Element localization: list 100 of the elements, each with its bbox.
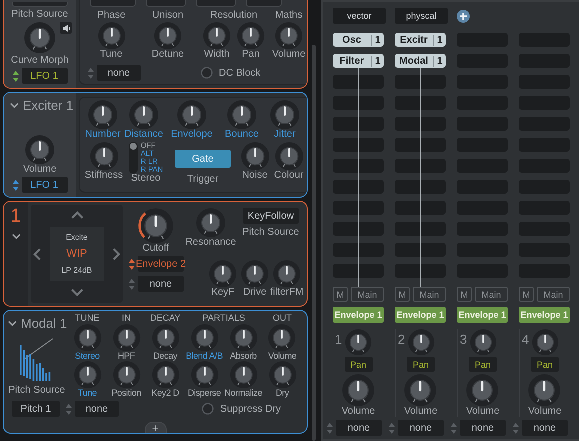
knob[interactable] xyxy=(345,329,372,356)
checkbox[interactable] xyxy=(201,67,213,79)
chevron-icon[interactable] xyxy=(12,232,20,241)
knob[interactable] xyxy=(404,374,438,407)
source-select[interactable]: none xyxy=(336,420,382,436)
empty-slot[interactable] xyxy=(395,201,446,215)
knob[interactable] xyxy=(112,324,140,352)
knob[interactable] xyxy=(268,324,296,352)
scrollbar[interactable] xyxy=(312,45,316,441)
empty-slot[interactable] xyxy=(333,117,384,131)
source-select[interactable]: Pitch 1 xyxy=(12,401,60,417)
knob[interactable] xyxy=(241,260,269,288)
empty-slot[interactable] xyxy=(333,138,384,152)
add-module-button[interactable]: + xyxy=(144,422,166,433)
source-select[interactable]: none xyxy=(460,420,506,436)
module-chip[interactable]: Osc 1 xyxy=(333,33,384,47)
knob[interactable] xyxy=(88,100,118,130)
knob[interactable] xyxy=(230,324,258,352)
source-select[interactable]: LFO 1 xyxy=(22,177,68,193)
empty-slot[interactable] xyxy=(395,117,446,131)
knob[interactable] xyxy=(240,142,270,171)
module-chip[interactable]: Excitr 1 xyxy=(395,33,446,47)
knob[interactable] xyxy=(466,374,500,407)
stepper-arrows-icon[interactable] xyxy=(88,68,94,78)
stepper-arrows-icon[interactable] xyxy=(12,70,18,82)
cut-off-button[interactable] xyxy=(196,0,236,7)
source-select[interactable]: none xyxy=(138,276,184,292)
empty-slot[interactable] xyxy=(395,96,446,110)
checkbox[interactable] xyxy=(202,403,214,415)
output-button[interactable]: Main xyxy=(537,287,570,302)
knob[interactable] xyxy=(112,361,140,389)
cut-off-button[interactable] xyxy=(12,2,68,7)
output-button[interactable]: Main xyxy=(413,287,446,302)
output-button[interactable]: Main xyxy=(351,287,384,302)
knob[interactable] xyxy=(196,208,226,238)
mute-button[interactable]: M xyxy=(519,287,534,302)
knob[interactable] xyxy=(227,100,257,130)
source-select[interactable]: none xyxy=(75,401,119,417)
empty-slot[interactable] xyxy=(333,180,384,194)
stepper-arrows-icon[interactable] xyxy=(327,422,333,434)
knob[interactable] xyxy=(129,100,159,130)
knob[interactable] xyxy=(209,260,237,288)
stepper-arrows-icon[interactable] xyxy=(389,422,395,434)
chevron-icon[interactable] xyxy=(10,101,19,110)
empty-slot[interactable] xyxy=(333,96,384,110)
knob[interactable] xyxy=(470,329,496,356)
stepper-arrows-icon[interactable] xyxy=(129,278,135,290)
chevron-icon[interactable] xyxy=(8,319,17,328)
knob[interactable] xyxy=(98,22,126,50)
knob[interactable] xyxy=(270,100,300,130)
empty-slot[interactable] xyxy=(333,201,384,215)
knob[interactable] xyxy=(24,22,56,54)
stepper-arrows-icon[interactable] xyxy=(129,258,135,270)
module-chip[interactable]: Modal 1 xyxy=(395,54,446,68)
source-select[interactable]: Envelope 2 xyxy=(138,256,184,272)
source-select[interactable]: LFO 1 xyxy=(22,68,68,84)
mute-button[interactable]: M xyxy=(333,287,348,302)
cut-off-button[interactable] xyxy=(146,0,186,7)
knob[interactable] xyxy=(90,142,118,171)
stepper-arrows-icon[interactable] xyxy=(12,180,18,190)
knob[interactable] xyxy=(408,329,434,356)
speaker-icon[interactable] xyxy=(60,22,72,34)
switch-thumb[interactable] xyxy=(130,143,137,150)
module-chip[interactable]: Filter 1 xyxy=(333,54,384,68)
knob[interactable] xyxy=(190,361,218,389)
stepper-arrows-icon[interactable] xyxy=(451,422,457,434)
envelope-button[interactable]: Envelope 1 xyxy=(519,307,570,323)
output-button[interactable]: Main xyxy=(475,287,508,302)
mode-switch[interactable] xyxy=(128,142,138,174)
empty-slot[interactable] xyxy=(395,75,446,89)
stepper-arrows-icon[interactable] xyxy=(513,422,519,434)
knob[interactable] xyxy=(274,142,304,171)
knob[interactable] xyxy=(190,324,218,352)
source-select[interactable]: none xyxy=(398,420,444,436)
empty-slot[interactable] xyxy=(333,159,384,173)
mute-button[interactable]: M xyxy=(395,287,410,302)
preset-tab[interactable]: physcal xyxy=(395,8,448,24)
knob[interactable] xyxy=(152,324,180,352)
envelope-button[interactable]: Envelope 1 xyxy=(395,307,446,323)
knob[interactable] xyxy=(342,374,375,407)
source-select[interactable]: none xyxy=(97,65,141,81)
empty-slot[interactable] xyxy=(395,264,446,278)
cut-off-button[interactable] xyxy=(90,0,136,7)
empty-slot[interactable] xyxy=(333,243,384,257)
knob[interactable] xyxy=(24,135,55,165)
empty-slot[interactable] xyxy=(395,180,446,194)
knob[interactable] xyxy=(74,361,102,389)
knob[interactable] xyxy=(74,324,102,352)
empty-slot[interactable] xyxy=(395,138,446,152)
knob[interactable] xyxy=(177,100,207,130)
mute-button[interactable]: M xyxy=(457,287,472,302)
knob[interactable] xyxy=(237,22,265,50)
knob[interactable] xyxy=(203,22,231,50)
knob[interactable] xyxy=(274,22,303,50)
knob[interactable] xyxy=(138,208,174,244)
empty-slot[interactable] xyxy=(333,264,384,278)
knob[interactable] xyxy=(268,361,296,389)
knob[interactable] xyxy=(532,329,558,356)
key-follow-button[interactable]: KeyFollow xyxy=(243,208,299,224)
preset-tab[interactable]: vector xyxy=(333,8,386,24)
